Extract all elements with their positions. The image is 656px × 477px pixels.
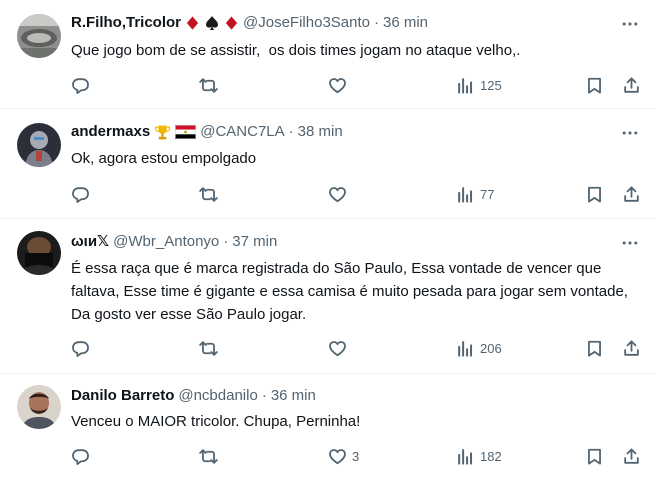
user-handle[interactable]: @CANC7LA: [200, 122, 284, 142]
share-icon: [622, 339, 641, 358]
views-icon: [456, 185, 475, 204]
retweet-button[interactable]: [199, 337, 218, 359]
retweet-button[interactable]: [199, 74, 218, 96]
user-handle[interactable]: @JoseFilho3Santo: [243, 13, 370, 33]
display-name[interactable]: R.Filho,Tricolor: [71, 13, 181, 33]
views-button[interactable]: 125: [456, 74, 502, 96]
like-icon: [328, 447, 347, 466]
like-button[interactable]: [328, 337, 352, 359]
reply-icon: [71, 185, 90, 204]
avatar[interactable]: [17, 231, 61, 275]
person-avatar-image: [17, 231, 61, 275]
retweet-icon: [199, 447, 218, 466]
tweet-text: Que jogo bom de se assistir, os dois tim…: [71, 42, 521, 59]
like-button[interactable]: 3: [328, 445, 359, 467]
like-icon: [328, 339, 347, 358]
retweet-button[interactable]: [199, 183, 218, 205]
tweet[interactable]: Danilo Barreto @ncbdanilo · 36 min Vence…: [0, 374, 656, 477]
views-icon: [456, 447, 475, 466]
tweet[interactable]: andermaxs @CANC7LA · 38 min Ok, agora es…: [0, 109, 656, 219]
bookmark-icon: [585, 76, 604, 95]
separator-dot: ·: [261, 387, 267, 404]
avatar[interactable]: [17, 123, 61, 167]
diamond-suit-emoji: [224, 15, 239, 31]
action-bar: 206: [71, 337, 641, 359]
reply-icon: [71, 76, 90, 95]
armor-avatar-image: [17, 123, 61, 167]
views-count: 206: [480, 340, 502, 356]
views-button[interactable]: 182: [456, 445, 502, 467]
like-button[interactable]: [328, 74, 352, 96]
action-bar: 3 182: [71, 445, 641, 467]
tweet[interactable]: R.Filho,Tricolor @JoseFilho3Santo · 36 m…: [0, 0, 656, 109]
like-icon: [328, 76, 347, 95]
spade-suit-emoji: [204, 15, 220, 31]
more-icon[interactable]: [620, 123, 640, 143]
separator-dot: ·: [373, 14, 379, 31]
views-count: 182: [480, 448, 502, 464]
bookmark-icon: [585, 185, 604, 204]
bookmark-button[interactable]: [585, 183, 604, 205]
bookmark-button[interactable]: [585, 74, 604, 96]
more-icon[interactable]: [620, 233, 640, 253]
retweet-icon: [199, 339, 218, 358]
reply-button[interactable]: [71, 445, 90, 467]
tweet-text: Ok, agora estou empolgado: [71, 150, 257, 167]
retweet-button[interactable]: [199, 445, 218, 467]
reply-icon: [71, 447, 90, 466]
timestamp[interactable]: 38 min: [298, 122, 343, 142]
trophy-emoji: [154, 124, 171, 141]
share-button[interactable]: [622, 337, 641, 359]
timestamp[interactable]: 37 min: [232, 232, 277, 252]
timestamp[interactable]: 36 min: [383, 13, 428, 33]
avatar[interactable]: [17, 14, 61, 58]
display-name[interactable]: Danilo Barreto: [71, 386, 174, 406]
like-icon: [328, 185, 347, 204]
egypt-flag-emoji: [175, 125, 197, 139]
action-bar: 125: [71, 74, 641, 96]
reply-icon: [71, 339, 90, 358]
tweet-text: Venceu o MAIOR tricolor. Chupa, Perninha…: [71, 413, 361, 430]
reply-button[interactable]: [71, 337, 90, 359]
share-icon: [622, 76, 641, 95]
like-count: 3: [352, 448, 360, 464]
share-button[interactable]: [622, 445, 641, 467]
retweet-icon: [199, 185, 218, 204]
user-handle[interactable]: @ncbdanilo: [178, 386, 257, 406]
bookmark-icon: [585, 339, 604, 358]
separator-dot: ·: [223, 233, 229, 250]
bookmark-button[interactable]: [585, 337, 604, 359]
reply-button[interactable]: [71, 74, 90, 96]
tweet[interactable]: ωιи𝕏 @Wbr_Antonyo · 37 min É essa raça q…: [0, 219, 656, 374]
bookmark-button[interactable]: [585, 445, 604, 467]
views-count: 125: [480, 77, 502, 93]
views-button[interactable]: 206: [456, 337, 502, 359]
timestamp[interactable]: 36 min: [271, 386, 316, 406]
action-bar: 77: [71, 183, 641, 205]
avatar[interactable]: [17, 385, 61, 429]
user-handle[interactable]: @Wbr_Antonyo: [113, 232, 219, 252]
share-button[interactable]: [622, 74, 641, 96]
share-button[interactable]: [622, 183, 641, 205]
retweet-icon: [199, 76, 218, 95]
share-icon: [622, 185, 641, 204]
tweet-text: É essa raça que é marca registrada do Sã…: [71, 260, 633, 323]
like-button[interactable]: [328, 183, 352, 205]
share-icon: [622, 447, 641, 466]
display-name[interactable]: andermaxs: [71, 122, 150, 142]
bookmark-icon: [585, 447, 604, 466]
views-icon: [456, 76, 475, 95]
display-name[interactable]: ωιи𝕏: [71, 232, 109, 252]
views-icon: [456, 339, 475, 358]
reply-button[interactable]: [71, 183, 90, 205]
stadium-avatar-image: [17, 14, 61, 58]
more-icon[interactable]: [620, 14, 640, 34]
diamond-suit-emoji: [185, 15, 200, 31]
views-count: 77: [480, 186, 495, 202]
person-avatar-image: [17, 385, 61, 429]
views-button[interactable]: 77: [456, 183, 494, 205]
separator-dot: ·: [288, 123, 294, 140]
